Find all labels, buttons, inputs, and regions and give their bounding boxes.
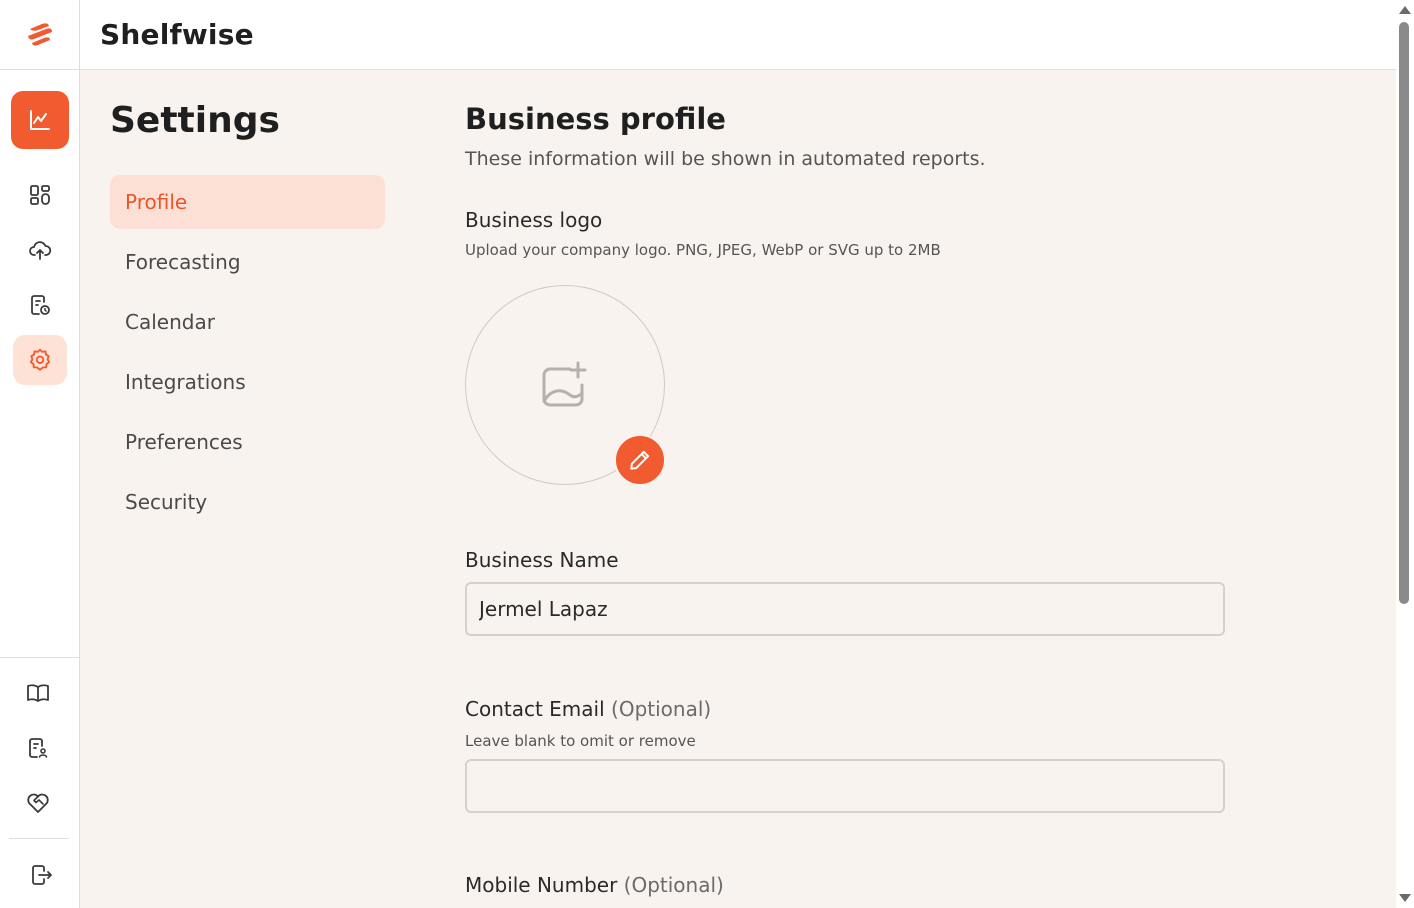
report-clock-icon — [31, 295, 50, 315]
heart-handshake-icon — [27, 793, 49, 813]
rail-reports-button[interactable] — [12, 280, 68, 330]
optional-tag: (Optional) — [623, 873, 724, 897]
settings-nav: Profile Forecasting Calendar Integration… — [110, 175, 385, 535]
settings-nav-security[interactable]: Security — [110, 475, 385, 529]
business-name-input[interactable] — [465, 582, 1225, 636]
top-header: Shelfwise — [80, 0, 1396, 70]
settings-nav-preferences[interactable]: Preferences — [110, 415, 385, 469]
contact-email-label-text: Contact Email — [465, 697, 605, 721]
pencil-icon — [630, 450, 650, 470]
business-logo-hint: Upload your company logo. PNG, JPEG, Web… — [465, 241, 941, 259]
document-user-icon — [29, 738, 48, 758]
app-title: Shelfwise — [100, 18, 254, 51]
shelfwise-logo-icon — [27, 22, 52, 46]
scroll-down-arrow[interactable] — [1399, 894, 1411, 902]
rail-logout-button[interactable] — [14, 850, 70, 900]
rail-support-button[interactable] — [10, 778, 66, 828]
scroll-up-arrow[interactable] — [1399, 6, 1411, 14]
business-name-label: Business Name — [465, 548, 619, 572]
contact-email-label: Contact Email (Optional) — [465, 697, 711, 721]
cloud-upload-icon — [29, 241, 52, 260]
section-title: Business profile — [465, 102, 726, 136]
section-subtitle: These information will be shown in autom… — [465, 148, 986, 170]
book-icon — [27, 684, 49, 702]
optional-tag: (Optional) — [611, 697, 712, 721]
brand-logo[interactable] — [0, 0, 79, 70]
rail-settings-button[interactable] — [13, 335, 67, 385]
gear-icon — [29, 348, 51, 371]
business-logo-label: Business logo — [465, 208, 603, 232]
settings-nav-profile[interactable]: Profile — [110, 175, 385, 229]
settings-nav-forecasting[interactable]: Forecasting — [110, 235, 385, 289]
mobile-number-label: Mobile Number (Optional) — [465, 873, 724, 897]
contact-email-hint: Leave blank to omit or remove — [465, 732, 696, 750]
settings-content: Settings Profile Forecasting Calendar In… — [80, 70, 1396, 908]
mobile-number-label-text: Mobile Number — [465, 873, 618, 897]
settings-nav-integrations[interactable]: Integrations — [110, 355, 385, 409]
page-title: Settings — [110, 100, 280, 141]
rail-analytics-button[interactable] — [11, 91, 69, 149]
dashboard-grid-icon — [30, 185, 50, 205]
logout-icon — [32, 865, 52, 885]
rail-account-button[interactable] — [10, 723, 66, 773]
edit-logo-button[interactable] — [614, 434, 666, 486]
settings-nav-calendar[interactable]: Calendar — [110, 295, 385, 349]
rail-divider — [9, 838, 69, 839]
add-image-icon — [542, 361, 587, 407]
page-scrollbar[interactable] — [1396, 0, 1414, 908]
rail-divider — [0, 657, 79, 658]
rail-dashboard-button[interactable] — [12, 170, 68, 220]
app-window: Shelfwise Settings Profile Forecasting C… — [0, 0, 1414, 908]
rail-docs-button[interactable] — [10, 668, 66, 718]
icon-rail — [0, 0, 80, 908]
scroll-thumb[interactable] — [1399, 22, 1409, 604]
chart-icon — [30, 110, 50, 130]
contact-email-input[interactable] — [465, 759, 1225, 813]
rail-upload-button[interactable] — [12, 225, 68, 275]
